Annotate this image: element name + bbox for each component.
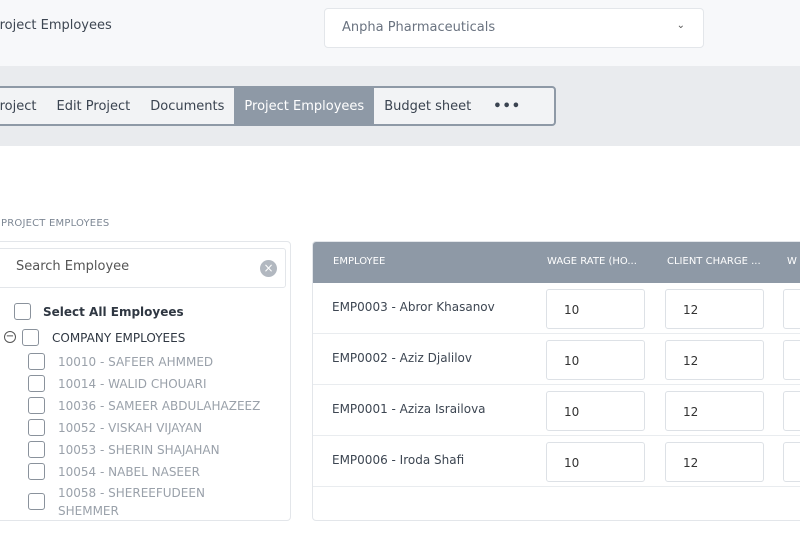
company-employees-checkbox[interactable] [22,329,39,346]
table-row: EMP0006 - Iroda Shafi 10 12 [313,436,800,487]
extra-input[interactable] [783,442,800,482]
employee-item: 10014 - WALID CHOUARI [58,377,207,391]
employee-picker-panel: × Select All Employees − COMPANY EMPLOYE… [0,241,291,521]
section-label: PROJECT EMPLOYEES [1,218,110,229]
extra-input[interactable] [783,289,800,329]
table-row: EMP0001 - Aziza Israilova 10 12 [313,385,800,436]
employee-checkbox[interactable] [28,441,45,458]
search-box: × [0,248,286,288]
company-select[interactable]: Anpha Pharmaceuticals ⌄ [324,8,704,48]
employee-checkbox[interactable] [28,397,45,414]
collapse-icon[interactable]: − [4,331,16,343]
employee-item: 10058 - SHEREEFUDEEN [58,486,205,500]
table-row: EMP0002 - Aziz Djalilov 10 12 [313,334,800,385]
client-charge-input[interactable]: 12 [665,289,764,329]
employee-item-continued: SHEMMER [58,504,119,518]
company-employees-label: COMPANY EMPLOYEES [52,331,186,345]
header-bar: Project Employees Anpha Pharmaceuticals … [0,0,800,66]
employee-checkbox[interactable] [28,375,45,392]
tab-project[interactable]: Project [0,88,46,124]
employee-checkbox[interactable] [28,353,45,370]
project-employees-table: EMPLOYEE WAGE RATE (HO... CLIENT CHARGE … [312,241,800,521]
select-all-checkbox[interactable] [14,303,31,320]
table-header: EMPLOYEE WAGE RATE (HO... CLIENT CHARGE … [313,242,800,283]
page: Project Employees Anpha Pharmaceuticals … [0,0,800,548]
search-employee-input[interactable] [16,259,246,274]
header-wage-rate[interactable]: WAGE RATE (HO... [547,256,647,267]
employee-checkbox[interactable] [28,493,45,510]
more-tabs-button[interactable]: ••• [481,88,533,124]
wage-rate-input[interactable]: 10 [546,340,645,380]
client-charge-input[interactable]: 12 [665,442,764,482]
select-all-label: Select All Employees [43,305,184,319]
employee-cell: EMP0001 - Aziza Israilova [332,402,486,416]
wage-rate-input[interactable]: 10 [546,289,645,329]
header-truncated[interactable]: W [787,256,797,267]
employee-item: 10010 - SAFEER AHMMED [58,355,214,369]
employee-item: 10052 - VISKAH VIJAYAN [58,421,203,435]
employee-cell: EMP0003 - Abror Khasanov [332,300,495,314]
tab-documents[interactable]: Documents [140,88,234,124]
wage-rate-input[interactable]: 10 [546,442,645,482]
table-row: EMP0003 - Abror Khasanov 10 12 [313,283,800,334]
employee-item: 10054 - NABEL NASEER [58,465,200,479]
employee-cell: EMP0006 - Iroda Shafi [332,453,465,467]
extra-input[interactable] [783,340,800,380]
header-employee[interactable]: EMPLOYEE [333,256,385,267]
wage-rate-input[interactable]: 10 [546,391,645,431]
header-client-charge[interactable]: CLIENT CHARGE ... [667,256,767,267]
extra-input[interactable] [783,391,800,431]
employee-checkbox[interactable] [28,463,45,480]
company-select-value: Anpha Pharmaceuticals [342,20,496,35]
client-charge-input[interactable]: 12 [665,340,764,380]
tab-band: Project Edit Project Documents Project E… [0,66,800,146]
tab-project-employees[interactable]: Project Employees [234,88,375,124]
employee-item: 10036 - SAMEER ABDULAHAZEEZ [58,399,261,413]
employee-checkbox[interactable] [28,419,45,436]
chevron-down-icon: ⌄ [676,20,685,31]
employee-cell: EMP0002 - Aziz Djalilov [332,351,472,365]
project-tabs: Project Edit Project Documents Project E… [0,86,556,126]
page-title: Project Employees [0,18,112,33]
client-charge-input[interactable]: 12 [665,391,764,431]
employee-item: 10053 - SHERIN SHAJAHAN [58,443,220,457]
clear-search-icon[interactable]: × [260,260,277,277]
tab-edit-project[interactable]: Edit Project [46,88,140,124]
tab-budget-sheet[interactable]: Budget sheet [374,88,481,124]
